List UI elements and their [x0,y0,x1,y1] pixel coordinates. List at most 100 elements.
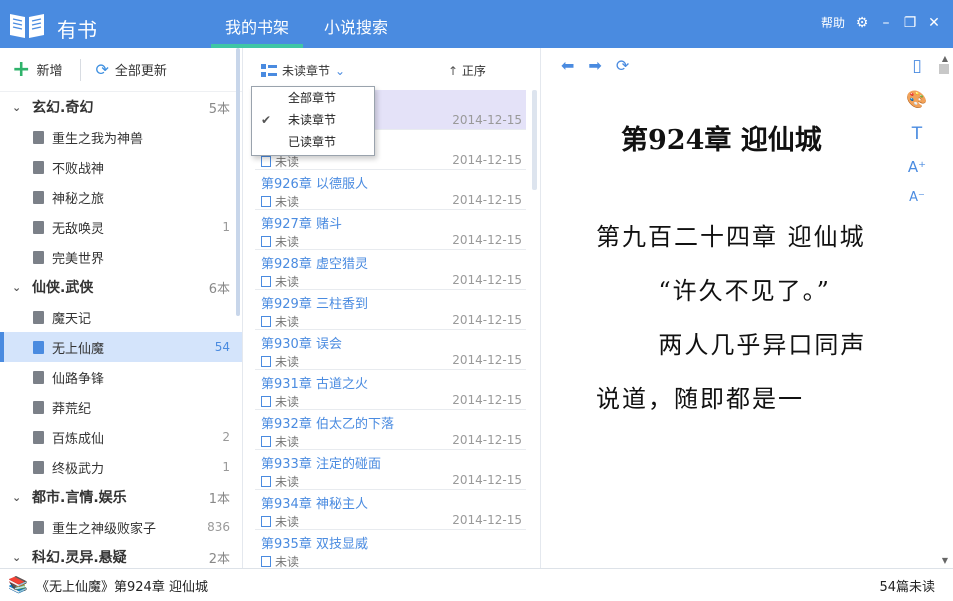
book-item[interactable]: 不败战神 [0,152,242,182]
add-book-button[interactable]: + 新增 [12,58,62,80]
title-bar: 有书 我的书架 小说搜索 帮助 ⚙ – ❐ ✕ [0,0,953,48]
chapter-list-scrollbar[interactable] [532,90,537,190]
chapter-date: 2014-12-15 [452,273,522,287]
chapter-content: 第九百二十四章 迎仙城 “许久不见了。” 两人几乎异口同声说道，随即都是一 [596,210,886,426]
book-item[interactable]: 百炼成仙 2 [0,422,242,452]
chapter-row[interactable]: 第932章 伯太乙的下落 未读 2014-12-15 [255,410,526,450]
chapter-status: 未读 [261,233,299,250]
category-name: 都市.言情.娱乐 [32,490,127,506]
chapter-status: 未读 [261,313,299,330]
book-icon [33,520,44,534]
chapter-title: 第927章 赌斗 [261,217,342,232]
sidebar-scrollbar[interactable] [236,48,240,316]
app-title: 有书 [57,18,97,42]
book-item[interactable]: 魔天记 [0,302,242,332]
chapter-date: 2014-12-15 [452,433,522,447]
document-icon [261,396,271,407]
book-item[interactable]: 终极武力 1 [0,452,242,482]
unread-count: 1 [222,460,230,474]
chapter-row[interactable]: 第927章 赌斗 未读 2014-12-15 [255,210,526,250]
document-icon [261,476,271,487]
tab-novel-search[interactable]: 小说搜索 [324,14,388,38]
chapter-title: 第929章 三柱香到 [261,297,368,312]
chapter-date: 2014-12-15 [452,233,522,247]
document-icon [261,316,271,327]
document-icon [261,196,271,207]
chapter-status: 未读 [261,433,299,450]
chapter-status: 未读 [261,393,299,410]
filter-option-unread[interactable]: ✔ 未读章节 [252,109,374,131]
chapter-title: 第933章 注定的碰面 [261,457,381,472]
status-text: 未读 [275,395,300,409]
sidebar-toolbar: + 新增 ⟳ 全部更新 [0,48,242,92]
font-decrease-icon[interactable]: A⁻ [909,190,925,205]
chapter-row[interactable]: 第928章 虚空猎灵 未读 2014-12-15 [255,250,526,290]
chapter-title: 第935章 双技显威 [261,537,368,552]
sort-order-button[interactable]: ↑ 正序 [448,62,486,79]
refresh-icon[interactable]: ⟳ [616,56,629,75]
font-icon[interactable]: T [912,124,922,144]
toolbar-divider [80,58,82,81]
category-xianxia[interactable]: ⌄ 仙侠.武侠 6本 [0,272,242,302]
chapter-date: 2014-12-15 [452,473,522,487]
status-text: 未读 [275,475,300,489]
tab-bookshelf[interactable]: 我的书架 [210,14,304,48]
reader-pane: ⬅ ➡ ⟳ 第924章 迎仙城 第九百二十四章 迎仙城 “许久不见了。” 两人几… [541,48,953,568]
filter-option-read[interactable]: 已读章节 [252,131,374,153]
update-all-button[interactable]: ⟳ 全部更新 [95,60,166,79]
chapter-row[interactable]: 第933章 注定的碰面 未读 2014-12-15 [255,450,526,490]
chapter-status: 未读 [261,513,299,530]
book-item[interactable]: 仙路争锋 [0,362,242,392]
chapter-title: 第934章 神秘主人 [261,497,368,512]
book-icon [33,460,44,474]
book-icon [33,370,44,384]
category-urban[interactable]: ⌄ 都市.言情.娱乐 1本 [0,482,242,512]
chapter-title: 第928章 虚空猎灵 [261,257,368,272]
chapter-row[interactable]: 第930章 误会 未读 2014-12-15 [255,330,526,370]
chapter-row[interactable]: 第926章 以德服人 未读 2014-12-15 [255,170,526,210]
filter-option-all[interactable]: 全部章节 [252,87,374,109]
book-title: 神秘之旅 [52,191,105,207]
chapter-date: 2014-12-15 [452,313,522,327]
window-controls: 帮助 ⚙ – ❐ ✕ [821,14,941,31]
book-item[interactable]: 完美世界 [0,242,242,272]
paragraph: 第九百二十四章 迎仙城 [596,223,866,251]
chapter-filter-dropdown[interactable]: 未读章节 ⌄ [261,62,345,79]
arrow-up-icon: ↑ [448,64,459,78]
document-icon [261,276,271,287]
book-item-selected[interactable]: 无上仙魔 54 [0,332,242,362]
book-item[interactable]: 无敌唤灵 1 [0,212,242,242]
prev-chapter-icon[interactable]: ⬅ [561,56,574,75]
unread-count: 1 [222,220,230,234]
scroll-up-icon[interactable]: ▲ [942,54,948,63]
chapter-row[interactable]: 第935章 双技显威 未读 [255,530,526,569]
reader-scrollbar-thumb[interactable] [939,64,949,74]
restore-icon[interactable]: ❐ [903,16,917,30]
category-name: 仙侠.武侠 [32,280,94,296]
chapter-row[interactable]: 第931章 古道之火 未读 2014-12-15 [255,370,526,410]
chapter-row[interactable]: 第929章 三柱香到 未读 2014-12-15 [255,290,526,330]
book-item[interactable]: 重生之神级败家子 836 [0,512,242,542]
category-fantasy[interactable]: ⌄ 玄幻.奇幻 5本 [0,92,242,122]
next-chapter-icon[interactable]: ➡ [588,56,601,75]
category-count: 2本 [208,551,230,567]
sort-label: 正序 [461,64,486,78]
book-item[interactable]: 重生之我为神兽 [0,122,242,152]
document-icon [261,556,271,567]
book-item[interactable]: 莽荒纪 [0,392,242,422]
chapter-row[interactable]: 第934章 神秘主人 未读 2014-12-15 [255,490,526,530]
palette-icon[interactable]: 🎨 [906,90,927,110]
layout-icon[interactable]: ▯ [912,56,921,76]
book-item[interactable]: 神秘之旅 [0,182,242,212]
gear-icon[interactable]: ⚙ [855,16,869,30]
close-icon[interactable]: ✕ [927,16,941,30]
font-increase-icon[interactable]: A⁺ [908,158,926,176]
category-name: 科幻.灵异.悬疑 [32,550,127,566]
status-text: 未读 [275,515,300,529]
book-icon [33,340,44,354]
help-link[interactable]: 帮助 [821,14,845,31]
scroll-down-icon[interactable]: ▼ [942,556,948,565]
chevron-down-icon: ⌄ [12,100,22,114]
minimize-icon[interactable]: – [879,16,893,30]
book-title: 仙路争锋 [52,371,105,387]
